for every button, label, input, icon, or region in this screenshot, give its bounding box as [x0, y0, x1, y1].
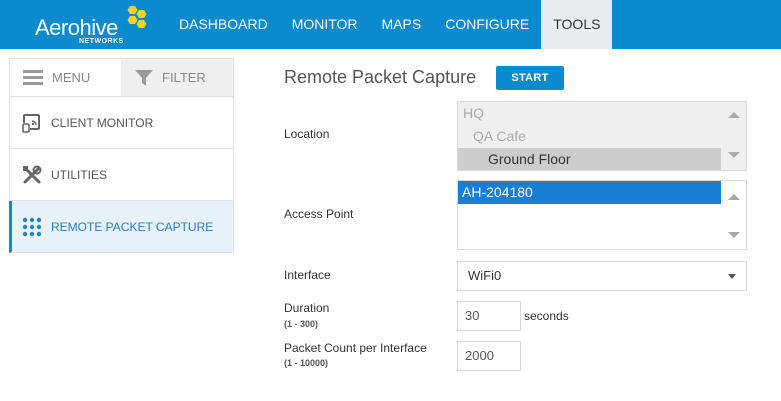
duration-label: Duration: [284, 301, 330, 315]
main-nav: DASHBOARD MONITOR MAPS CONFIGURE TOOLS: [167, 0, 613, 49]
filter-tab[interactable]: FILTER: [121, 59, 233, 96]
hamburger-icon: [23, 70, 43, 85]
sidebar: MENU FILTER CLIENT MONITOR UTILITIES REM…: [9, 58, 234, 253]
sidebar-item-label: UTILITIES: [51, 167, 108, 182]
nav-configure[interactable]: CONFIGURE: [433, 0, 541, 49]
location-scrollbar[interactable]: [720, 102, 746, 170]
aerohive-logo[interactable]: Aerohive NETWORKS: [35, 5, 175, 47]
location-option-hq[interactable]: HQ: [458, 102, 721, 125]
access-point-scrollbar[interactable]: [720, 181, 746, 249]
location-label: Location: [284, 127, 330, 141]
filter-label: FILTER: [162, 70, 206, 85]
filter-icon: [135, 69, 153, 86]
interface-value: WiFi0: [468, 268, 502, 283]
menu-label: MENU: [52, 70, 91, 85]
location-option-ground-floor[interactable]: Ground Floor: [458, 148, 721, 170]
start-button[interactable]: START: [496, 66, 564, 90]
access-point-option[interactable]: AH-204180: [458, 181, 721, 204]
location-option-qa-cafe[interactable]: QA Cafe: [458, 125, 721, 148]
packet-count-range: (1 - 10000): [284, 358, 329, 368]
honeycomb-icon: [127, 6, 147, 28]
nav-monitor[interactable]: MONITOR: [280, 0, 370, 49]
scroll-up-icon[interactable]: [728, 194, 740, 200]
client-monitor-icon: [22, 113, 40, 133]
packet-count-input[interactable]: 2000: [457, 341, 521, 371]
duration-unit: seconds: [524, 309, 569, 323]
top-bar: Aerohive NETWORKS DASHBOARD MONITOR MAPS…: [0, 0, 781, 49]
chevron-down-icon: [728, 274, 736, 279]
duration-range: (1 - 300): [284, 319, 319, 329]
location-listbox[interactable]: HQ QA Cafe Ground Floor: [457, 101, 747, 171]
page-title: Remote Packet Capture: [284, 67, 477, 87]
scroll-down-icon[interactable]: [728, 232, 740, 238]
nav-tools[interactable]: TOOLS: [541, 0, 613, 49]
nav-maps[interactable]: MAPS: [370, 0, 434, 49]
interface-select[interactable]: WiFi0: [457, 261, 747, 291]
grid-icon: [22, 217, 42, 236]
sidebar-item-label: CLIENT MONITOR: [51, 115, 154, 130]
duration-input[interactable]: 30: [457, 301, 521, 331]
scroll-up-icon[interactable]: [728, 112, 740, 118]
tools-icon: [23, 165, 42, 183]
sidebar-item-label: REMOTE PACKET CAPTURE: [51, 219, 214, 234]
scroll-down-icon[interactable]: [728, 152, 740, 158]
nav-dashboard[interactable]: DASHBOARD: [167, 0, 280, 49]
menu-tab[interactable]: MENU: [10, 59, 121, 96]
sidebar-item-client-monitor[interactable]: CLIENT MONITOR: [9, 97, 234, 149]
sidebar-item-utilities[interactable]: UTILITIES: [9, 149, 234, 201]
packet-count-label: Packet Count per Interface: [284, 341, 427, 355]
sidebar-tabs: MENU FILTER: [9, 58, 234, 97]
access-point-label: Access Point: [284, 207, 354, 221]
logo-subtext: NETWORKS: [79, 38, 124, 45]
interface-label: Interface: [284, 268, 331, 282]
sidebar-item-remote-packet-capture[interactable]: REMOTE PACKET CAPTURE: [9, 201, 234, 253]
access-point-listbox[interactable]: AH-204180: [457, 180, 747, 250]
